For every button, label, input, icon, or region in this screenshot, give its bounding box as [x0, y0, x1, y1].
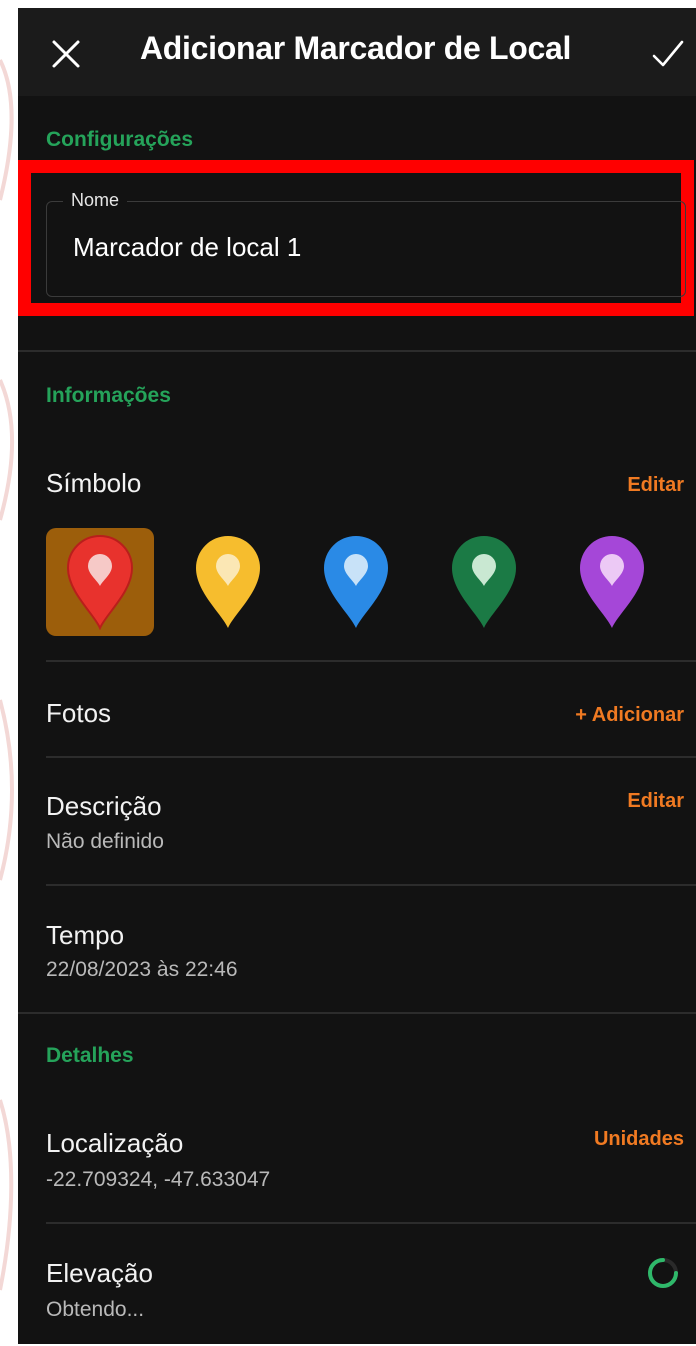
- time-label: Tempo: [46, 920, 125, 950]
- symbol-option-purple[interactable]: [558, 528, 666, 636]
- location-value: -22.709324, -47.633047: [46, 1168, 271, 1191]
- map-pin-yellow-icon: [196, 536, 260, 628]
- map-pin-purple-icon: [580, 536, 644, 628]
- photos-label: Fotos: [46, 698, 112, 728]
- divider: [46, 660, 696, 662]
- symbol-edit-button[interactable]: Editar: [627, 474, 684, 497]
- divider: [18, 350, 696, 352]
- name-field-value[interactable]: Marcador de local 1: [73, 232, 301, 263]
- divider: [46, 756, 696, 758]
- name-field[interactable]: Nome Marcador de local 1: [46, 190, 686, 297]
- divider: [46, 884, 696, 886]
- elevation-label: Elevação: [46, 1258, 153, 1288]
- check-icon[interactable]: [650, 36, 686, 72]
- loading-spinner-icon: [648, 1258, 678, 1288]
- map-pin-red-icon: [66, 535, 134, 630]
- description-label: Descrição: [46, 791, 162, 821]
- symbol-option-yellow[interactable]: [174, 528, 282, 636]
- symbol-option-blue[interactable]: [302, 528, 410, 636]
- close-icon[interactable]: [48, 36, 84, 72]
- location-label: Localização: [46, 1128, 184, 1158]
- page-title: Adicionar Marcador de Local: [140, 30, 572, 66]
- description-edit-button[interactable]: Editar: [627, 790, 684, 813]
- elevation-value: Obtendo...: [46, 1298, 145, 1321]
- section-header-settings: Configurações: [46, 128, 194, 151]
- time-value: 22/08/2023 às 22:46: [46, 958, 238, 981]
- phone-screen: Adicionar Marcador de Local Configuraçõe…: [18, 8, 696, 1344]
- map-pin-green-icon: [452, 536, 516, 628]
- symbol-label: Símbolo: [46, 468, 142, 498]
- description-value: Não definido: [46, 830, 164, 853]
- symbol-option-red[interactable]: [46, 528, 154, 636]
- name-field-label: Nome: [63, 190, 128, 211]
- section-header-info: Informações: [46, 384, 171, 407]
- top-app-bar: Adicionar Marcador de Local: [18, 8, 696, 96]
- add-photo-button[interactable]: + Adicionar: [575, 704, 684, 727]
- map-pin-blue-icon: [324, 536, 388, 628]
- divider: [18, 1012, 696, 1014]
- symbol-option-green[interactable]: [430, 528, 538, 636]
- divider: [46, 1222, 696, 1224]
- units-button[interactable]: Unidades: [594, 1128, 684, 1151]
- section-header-details: Detalhes: [46, 1044, 134, 1067]
